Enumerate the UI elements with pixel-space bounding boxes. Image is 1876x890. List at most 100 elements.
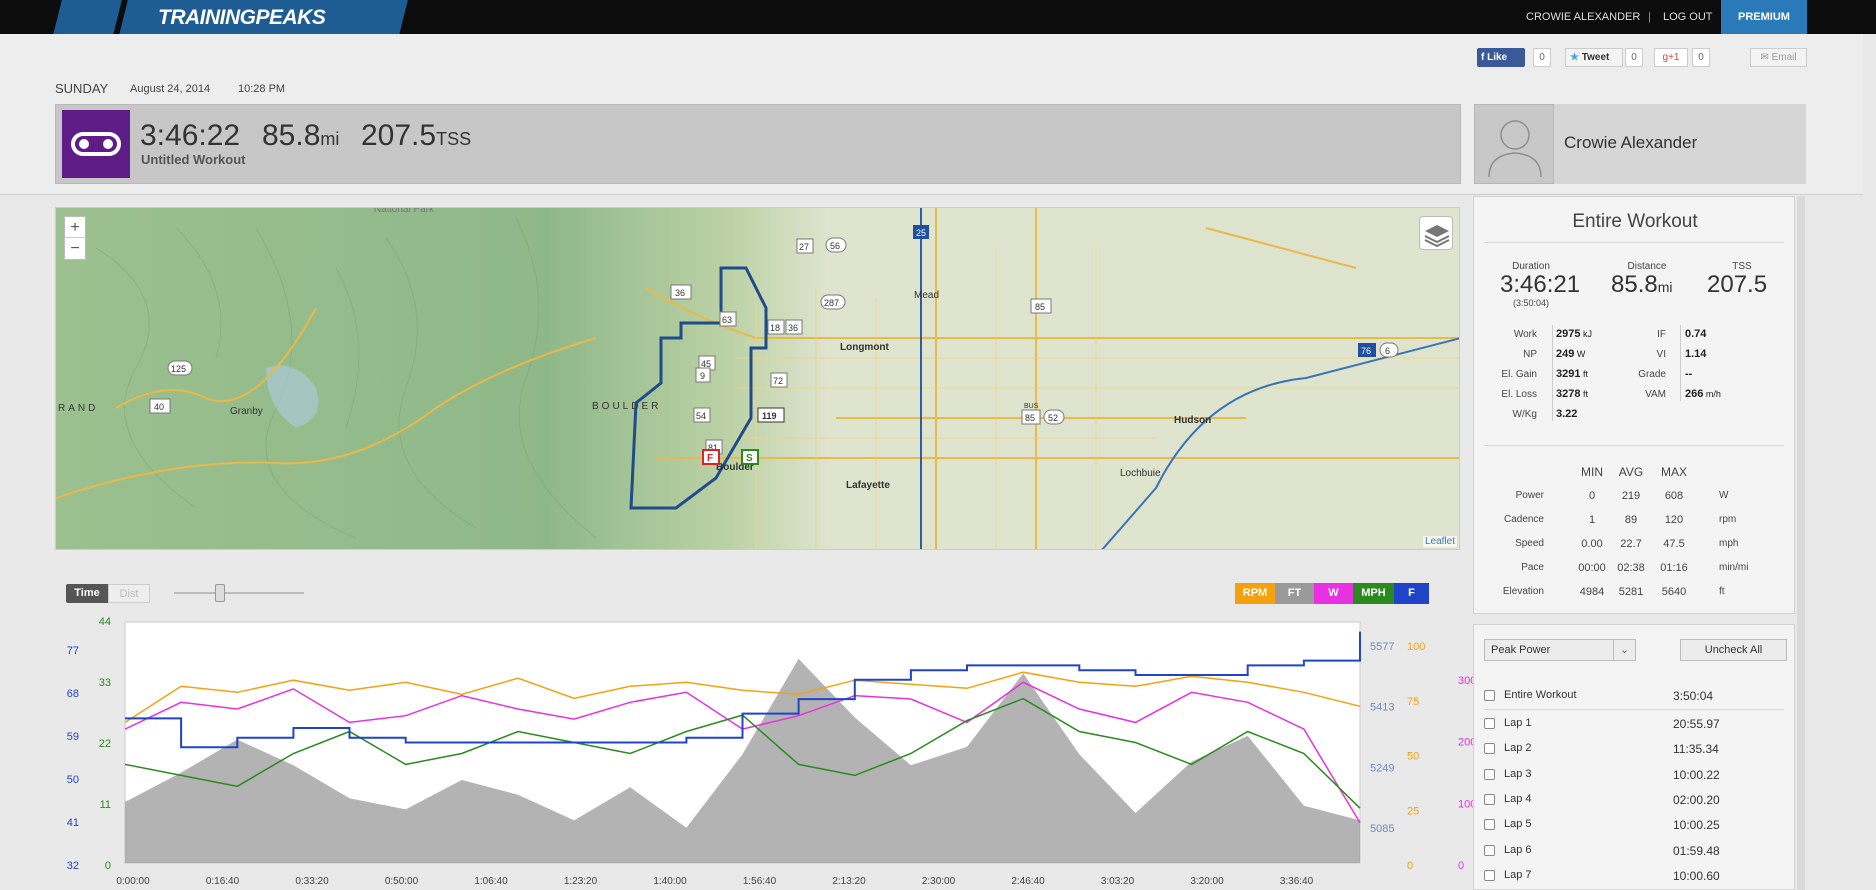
chevron-down-icon: ⌄ (1613, 640, 1635, 660)
summary-distance: 85.8mi (262, 119, 339, 153)
svg-text:52: 52 (1048, 413, 1058, 423)
legend-toggle-ft[interactable]: FT (1275, 583, 1314, 604)
svg-text:BUS: BUS (1024, 403, 1039, 410)
facebook-like-button[interactable]: f Like (1477, 48, 1525, 67)
dist-toggle-button[interactable]: Dist (108, 584, 150, 603)
svg-text:Longmont: Longmont (840, 342, 890, 353)
lap-checkbox[interactable] (1484, 869, 1495, 881)
user-name-link[interactable]: CROWIE ALEXANDER (1526, 11, 1640, 23)
divider (1484, 445, 1784, 446)
time-toggle-button[interactable]: Time (66, 584, 108, 603)
lap-row[interactable]: Lap 5 10:00.25 (1484, 816, 1784, 838)
lap-row[interactable]: Lap 1 20:55.97 (1484, 715, 1784, 737)
workout-chart[interactable]: 77 68 59 50 41 32 44 33 22 11 0 5577 5413 5249 5085 100… (55, 610, 1515, 890)
table-unit: min/mi (1719, 562, 1749, 573)
svg-text:S: S (746, 453, 753, 464)
panel-title: Entire Workout (1572, 211, 1698, 232)
svg-text:36: 36 (788, 323, 798, 333)
page-scrollbar[interactable] (1797, 196, 1805, 890)
athlete-name[interactable]: Crowie Alexander (1564, 133, 1697, 153)
lap-checkbox[interactable] (1484, 718, 1495, 729)
stat-value: 3291 ft (1556, 368, 1588, 380)
x-axis-tick: 2:13:20 (832, 876, 866, 887)
lap-time: 20:55.97 (1673, 717, 1720, 731)
svg-text:RAND: RAND (58, 403, 98, 414)
legend-toggle-mph[interactable]: MPH (1353, 583, 1394, 604)
svg-text:Hudson: Hudson (1174, 415, 1211, 426)
x-axis-tick: 1:23:20 (564, 876, 598, 887)
map-zoom-control: + − (64, 216, 86, 260)
svg-text:72: 72 (773, 376, 783, 386)
lap-row[interactable]: Lap 2 11:35.34 (1484, 740, 1784, 762)
zoom-in-button[interactable]: + (65, 217, 85, 238)
svg-text:25: 25 (916, 228, 926, 238)
legend-toggle-w[interactable]: W (1314, 583, 1353, 604)
gplus-button[interactable]: g+1 (1654, 48, 1688, 67)
x-axis-tick: 3:36:40 (1280, 876, 1314, 887)
table-row-label: Power (1515, 490, 1544, 501)
stat-value: 249 W (1556, 348, 1585, 360)
table-row-label: Cadence (1503, 514, 1544, 525)
gplus-count: 0 (1692, 48, 1710, 67)
lap-checkbox[interactable] (1484, 743, 1495, 755)
route-map[interactable]: National Park Mead Longmont Granby RAND … (55, 207, 1460, 550)
lap-checkbox[interactable] (1484, 768, 1495, 780)
stat-label: NP (1523, 349, 1537, 360)
peak-metric-dropdown[interactable]: Peak Power ⌄ (1484, 639, 1636, 661)
table-unit: mph (1719, 538, 1739, 549)
lap-row[interactable]: Lap 6 01:59.48 (1484, 842, 1784, 864)
premium-button[interactable]: PREMIUM (1721, 0, 1807, 34)
lap-checkbox[interactable] (1484, 819, 1495, 831)
brand-logo[interactable]: TRAININGPEAKS (158, 6, 326, 30)
divider (1484, 242, 1784, 243)
tss-value: 207.5 (1707, 271, 1768, 298)
lap-row[interactable]: Lap 4 02:00.20 (1484, 791, 1784, 813)
legend-toggle-f[interactable]: F (1394, 583, 1429, 604)
uncheck-all-button[interactable]: Uncheck All (1680, 639, 1787, 661)
table-cell: 89 (1624, 514, 1638, 526)
column-divider (1552, 325, 1553, 421)
table-cell: 00:00 (1578, 562, 1606, 574)
lap-name: Lap 1 (1504, 717, 1532, 729)
lap-checkbox[interactable] (1484, 690, 1495, 701)
lap-checkbox[interactable] (1484, 844, 1495, 856)
x-axis-tick: 2:30:00 (922, 876, 956, 887)
stat-value: 3278 ft (1556, 388, 1588, 400)
logout-link[interactable]: LOG OUT (1663, 11, 1713, 23)
layers-icon[interactable] (1419, 216, 1453, 250)
legend-toggle-rpm[interactable]: RPM (1235, 583, 1275, 604)
avatar[interactable] (1474, 104, 1554, 184)
workout-title[interactable]: Untitled Workout (141, 152, 245, 167)
zoom-out-button[interactable]: − (65, 238, 85, 259)
tweet-button[interactable]: ★ Tweet (1565, 48, 1623, 67)
zoom-slider-track[interactable] (174, 592, 304, 594)
svg-text:63: 63 (722, 315, 732, 325)
lap-checkbox[interactable] (1484, 793, 1495, 805)
email-button[interactable]: ✉ Email (1750, 48, 1807, 67)
map-attribution-link[interactable]: Leaflet (1422, 536, 1457, 547)
lap-row[interactable]: Lap 3 10:00.22 (1484, 766, 1784, 788)
table-unit: rpm (1719, 514, 1737, 525)
table-row-label: Elevation (1502, 586, 1544, 597)
svg-text:Granby: Granby (230, 406, 263, 417)
distance-value: 85.8mi (1611, 271, 1673, 299)
gplus-label: +1 (1668, 52, 1680, 63)
svg-text:Lochbuie: Lochbuie (1120, 468, 1161, 479)
stat-label: IF (1657, 329, 1666, 340)
lap-row[interactable]: Lap 7 10:00.60 (1484, 867, 1784, 889)
lap-time: 10:00.60 (1673, 868, 1720, 883)
stat-number: 1.14 (1685, 348, 1707, 360)
svg-text:Lafayette: Lafayette (846, 480, 890, 491)
stat-value: 2975 kJ (1556, 328, 1592, 340)
workout-date: August 24, 2014 (130, 83, 211, 95)
stat-unit: ft (1580, 389, 1588, 399)
stat-number: 0.74 (1685, 328, 1707, 340)
lap-name: Entire Workout (1504, 689, 1577, 701)
divider (1484, 709, 1784, 710)
rpm-axis-tick: 0 (1407, 860, 1413, 872)
lap-row[interactable]: Entire Workout 3:50:04 (1484, 687, 1784, 709)
x-axis-tick: 0:33:20 (295, 876, 329, 887)
mph-axis-tick: 22 (99, 738, 111, 750)
zoom-slider-handle[interactable] (215, 584, 225, 602)
lap-name: Lap 5 (1504, 818, 1532, 831)
